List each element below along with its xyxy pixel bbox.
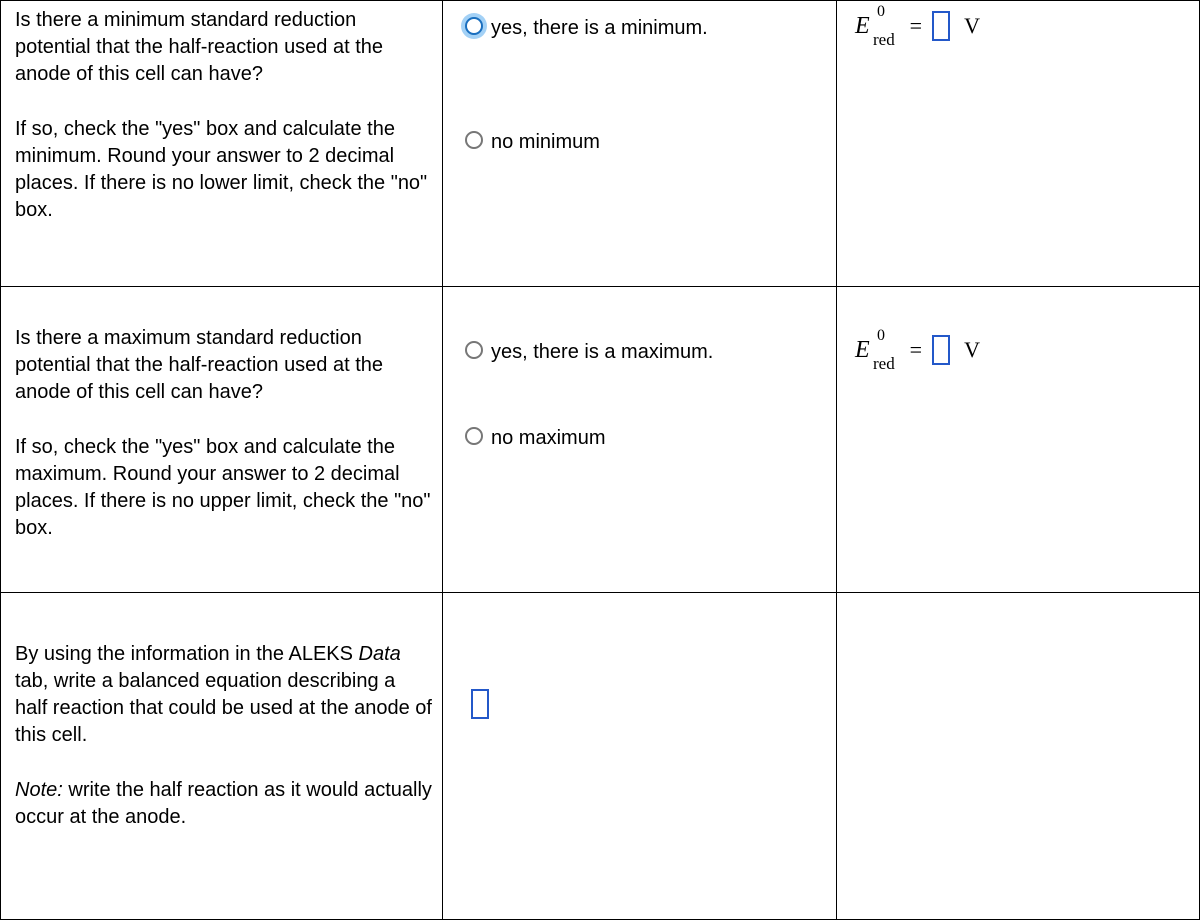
- equation: E 0 red = V: [855, 335, 980, 365]
- value-cell: E 0 red = V: [837, 287, 1200, 593]
- symbol-E: E: [855, 13, 870, 39]
- equation: E 0 red = V: [855, 11, 980, 41]
- value-cell: [837, 593, 1200, 920]
- options-cell: yes, there is a maximum. no maximum: [443, 287, 837, 593]
- option-label: no maximum: [491, 427, 605, 450]
- options-cell: yes, there is a minimum. no minimum: [443, 1, 837, 287]
- question-instructions: If so, check the "yes" box and calculate…: [15, 434, 432, 542]
- question-table: Is there a minimum standard reduction po…: [0, 0, 1200, 920]
- radio-no-maximum[interactable]: [465, 427, 483, 445]
- question-text: By using the information in the ALEKS Da…: [15, 641, 432, 749]
- radio-no-minimum[interactable]: [465, 131, 483, 149]
- symbol-E: E: [855, 337, 870, 363]
- equals-sign: =: [910, 13, 922, 39]
- value-cell: E 0 red = V: [837, 1, 1200, 287]
- subscript-red: red: [873, 30, 895, 50]
- value-input-maximum[interactable]: [932, 335, 950, 365]
- value-input-minimum[interactable]: [932, 11, 950, 41]
- equation-input[interactable]: [471, 689, 489, 719]
- table-row: By using the information in the ALEKS Da…: [1, 593, 1200, 920]
- subscript-red: red: [873, 354, 895, 374]
- unit-volts: V: [964, 13, 980, 39]
- option-label: yes, there is a maximum.: [491, 341, 713, 364]
- radio-yes-maximum[interactable]: [465, 341, 483, 359]
- superscript-zero: 0: [877, 3, 885, 21]
- question-text: Is there a minimum standard reduction po…: [15, 7, 432, 88]
- table-row: Is there a minimum standard reduction po…: [1, 1, 1200, 287]
- option-label: no minimum: [491, 131, 600, 154]
- question-cell: Is there a minimum standard reduction po…: [1, 1, 443, 287]
- radio-yes-minimum[interactable]: [465, 17, 483, 35]
- question-cell: By using the information in the ALEKS Da…: [1, 593, 443, 920]
- option-label: yes, there is a minimum.: [491, 17, 708, 40]
- table-row: Is there a maximum standard reduction po…: [1, 287, 1200, 593]
- equals-sign: =: [910, 337, 922, 363]
- question-cell: Is there a maximum standard reduction po…: [1, 287, 443, 593]
- question-note: Note: write the half reaction as it woul…: [15, 777, 432, 831]
- options-cell: [443, 593, 837, 920]
- superscript-zero: 0: [877, 327, 885, 345]
- question-instructions: If so, check the "yes" box and calculate…: [15, 116, 432, 224]
- unit-volts: V: [964, 337, 980, 363]
- question-text: Is there a maximum standard reduction po…: [15, 325, 432, 406]
